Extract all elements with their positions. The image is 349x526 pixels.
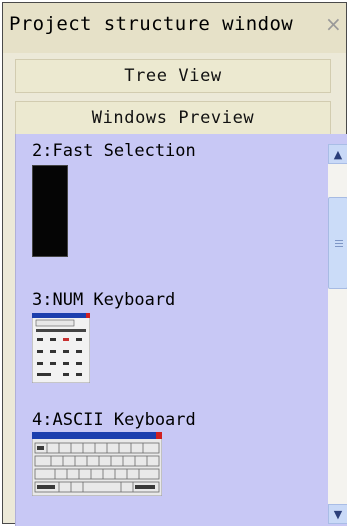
black-window-thumbnail-icon[interactable] xyxy=(32,165,68,261)
scroll-down-icon[interactable]: ▼ xyxy=(328,504,347,524)
scroll-up-icon[interactable]: ▲ xyxy=(328,144,347,164)
grip-line xyxy=(335,240,343,241)
close-icon[interactable]: × xyxy=(325,12,342,36)
preview-item-label-ascii-keyboard: 4:ASCII Keyboard xyxy=(32,410,196,430)
grip-line xyxy=(335,246,343,247)
project-structure-window: Project structure window × Tree View Win… xyxy=(2,2,347,526)
preview-item-label-fast-selection: 2:Fast Selection xyxy=(32,141,196,161)
vertical-scrollbar[interactable]: ▲ ▼ xyxy=(328,144,347,524)
ascii-keyboard-thumbnail-icon[interactable] xyxy=(31,431,163,500)
tree-view-button[interactable]: Tree View xyxy=(15,59,331,93)
scrollbar-thumb[interactable] xyxy=(328,197,347,289)
windows-preview-button[interactable]: Windows Preview xyxy=(15,101,331,135)
numeric-keypad-thumbnail-icon[interactable] xyxy=(31,312,91,387)
window-titlebar: Project structure window × xyxy=(3,3,346,53)
preview-item-label-num-keyboard: 3:NUM Keyboard xyxy=(32,290,176,310)
grip-line xyxy=(335,243,343,244)
window-title: Project structure window xyxy=(9,13,294,35)
windows-preview-panel: 2:Fast Selection 3:NUM Keyboard 4:ASCII … xyxy=(15,134,347,526)
